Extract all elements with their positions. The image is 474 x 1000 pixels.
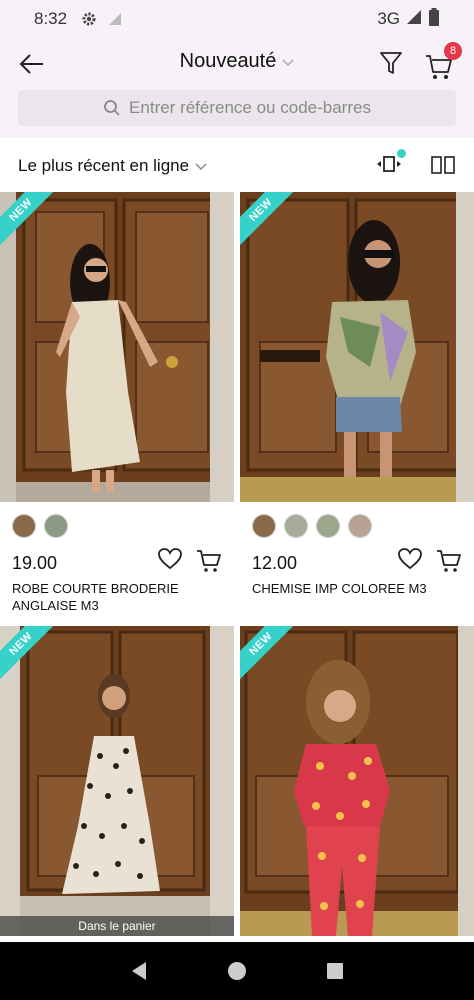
chevron-down-icon — [282, 50, 294, 73]
nav-recents-button[interactable] — [322, 958, 348, 984]
product-card[interactable]: NEW Dans le panier — [0, 626, 234, 936]
product-name: ROBE COURTE BRODERIE ANGLAISE M3 — [12, 581, 179, 613]
product-price: 19.00 — [12, 553, 58, 573]
app-header: Nouveauté 8 — [0, 38, 474, 88]
search-placeholder: Entrer référence ou code-barres — [129, 98, 371, 117]
wishlist-button[interactable] — [158, 548, 184, 574]
sort-dropdown[interactable]: Le plus récent en ligne — [18, 156, 207, 176]
status-bar: 8:32 3G — [0, 0, 474, 38]
heart-icon — [158, 548, 182, 570]
add-to-cart-icon — [437, 550, 461, 572]
cart-count-badge: 8 — [444, 42, 462, 60]
color-swatches — [12, 514, 68, 538]
color-swatches — [252, 514, 372, 538]
page-title: Nouveauté — [179, 50, 277, 72]
home-circle-icon — [228, 962, 246, 980]
network-type: 3G — [377, 9, 400, 28]
product-card[interactable]: NEW 19.00 ROBE COURTE BRODERIE ANGLAISE … — [0, 192, 234, 622]
color-swatch[interactable] — [284, 514, 308, 538]
product-photo[interactable]: NEW — [240, 626, 474, 936]
status-time: 8:32 — [34, 9, 68, 28]
back-triangle-icon — [132, 962, 146, 980]
product-price: 12.00 — [252, 553, 298, 573]
product-photo[interactable]: NEW Dans le panier — [0, 626, 234, 936]
sort-bar: Le plus récent en ligne — [0, 138, 474, 192]
sort-label: Le plus récent en ligne — [18, 156, 190, 175]
color-swatch[interactable] — [44, 514, 68, 538]
filter-icon — [380, 52, 402, 74]
product-photo[interactable]: NEW — [240, 192, 474, 502]
heart-icon — [398, 548, 422, 570]
battery-icon — [428, 7, 440, 31]
wishlist-button[interactable] — [398, 548, 424, 574]
add-to-cart-icon — [197, 550, 221, 572]
filter-button[interactable] — [376, 48, 406, 78]
view-indicator-dot — [397, 149, 406, 158]
nav-back-button[interactable] — [126, 958, 152, 984]
add-to-cart-button[interactable] — [196, 548, 224, 574]
chevron-down-icon — [195, 156, 207, 176]
grid-icon — [431, 156, 455, 174]
nav-home-button[interactable] — [224, 958, 250, 984]
add-to-cart-button[interactable] — [436, 548, 464, 574]
product-card[interactable]: NEW — [240, 626, 474, 936]
color-swatch[interactable] — [252, 514, 276, 538]
search-input[interactable]: Entrer référence ou code-barres — [18, 90, 456, 126]
signal-icon — [107, 11, 123, 27]
cart-button[interactable]: 8 — [424, 42, 462, 80]
settings-gear-icon — [81, 11, 97, 27]
product-name: CHEMISE IMP COLOREE M3 — [252, 581, 427, 596]
recents-square-icon — [327, 963, 343, 979]
product-photo[interactable]: NEW — [0, 192, 234, 502]
search-icon — [104, 100, 120, 116]
product-card[interactable]: NEW 12.00 CHEMISE IMP COLOREE M3 — [240, 192, 474, 622]
color-swatch[interactable] — [316, 514, 340, 538]
cell-signal-icon — [406, 9, 422, 30]
in-cart-label: Dans le panier — [0, 916, 234, 936]
search-area: Entrer référence ou code-barres — [0, 88, 474, 138]
view-toggle-button[interactable] — [375, 149, 406, 178]
color-swatch[interactable] — [348, 514, 372, 538]
color-swatch[interactable] — [12, 514, 36, 538]
grid-layout-button[interactable] — [430, 152, 456, 178]
system-nav-bar — [0, 942, 474, 1000]
